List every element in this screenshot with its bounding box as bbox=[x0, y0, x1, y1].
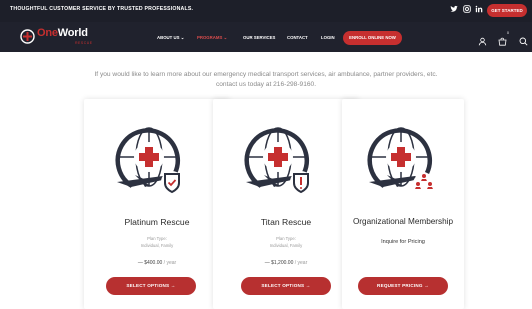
instagram-icon[interactable] bbox=[463, 5, 471, 15]
globe-logo-icon bbox=[20, 29, 35, 44]
platinum-rescue-emblem-icon bbox=[115, 127, 183, 194]
inquire-pricing-text: Inquire for Pricing bbox=[381, 239, 425, 245]
cart-count: 0 bbox=[507, 31, 509, 35]
logo-subtitle: RESCUE bbox=[75, 41, 93, 45]
top-utility-bar: THOUGHTFUL CUSTOMER SERVICE BY TRUSTED P… bbox=[0, 0, 532, 22]
tagline: THOUGHTFUL CUSTOMER SERVICE BY TRUSTED P… bbox=[10, 6, 194, 12]
search-icon[interactable] bbox=[519, 33, 528, 51]
nav-login[interactable]: LOGIN bbox=[321, 35, 335, 40]
plan-card-organizational: Organizational Membership Inquire for Pr… bbox=[342, 99, 464, 309]
user-account-icon[interactable] bbox=[478, 33, 487, 51]
plan-type-label: Plan Type: bbox=[147, 236, 167, 241]
plan-type-value: Individual, Family bbox=[269, 243, 303, 248]
nav-our-services[interactable]: OUR SERVICES bbox=[243, 35, 275, 40]
price: — $1,200.00 / year bbox=[264, 260, 308, 266]
select-options-button[interactable]: SELECT OPTIONS → bbox=[106, 277, 196, 295]
card-title: Organizational Membership bbox=[352, 217, 454, 226]
logo-wordmark: OneWorld bbox=[37, 27, 88, 39]
nav-about-us[interactable]: ABOUT US ⌄ bbox=[157, 35, 184, 41]
titan-rescue-emblem-icon bbox=[244, 127, 312, 194]
enroll-online-button[interactable]: ENROLL ONLINE NOW bbox=[343, 31, 402, 45]
cart-icon[interactable] bbox=[498, 33, 508, 51]
card-title: Platinum Rescue bbox=[124, 217, 190, 227]
twitter-icon[interactable] bbox=[450, 5, 458, 15]
logo[interactable]: OneWorld RESCUE bbox=[20, 27, 93, 49]
nav-programs[interactable]: PROGRAMS ⌄ bbox=[197, 35, 227, 41]
card-title: Titan Rescue bbox=[260, 217, 312, 227]
plan-card-platinum: Platinum Rescue Plan Type: Individual, F… bbox=[84, 99, 230, 309]
nav-contact[interactable]: CONTACT bbox=[287, 35, 308, 40]
get-started-button[interactable]: GET STARTED bbox=[487, 4, 527, 17]
organizational-membership-emblem-icon bbox=[367, 127, 435, 195]
plan-card-titan: Titan Rescue Plan Type: Individual, Fami… bbox=[213, 99, 359, 309]
select-options-button[interactable]: SELECT OPTIONS → bbox=[241, 277, 331, 295]
price: — $400.00 / year bbox=[137, 260, 177, 266]
intro-text: If you would like to learn more about ou… bbox=[94, 71, 438, 88]
plan-type-label: Plan Type: bbox=[276, 236, 296, 241]
main-navbar: OneWorld RESCUE ABOUT US ⌄ PROGRAMS ⌄ OU… bbox=[0, 22, 532, 52]
request-pricing-button[interactable]: REQUEST PRICING → bbox=[358, 277, 448, 295]
linkedin-icon[interactable] bbox=[475, 5, 483, 15]
plan-type-value: Individual, Family bbox=[140, 243, 174, 248]
